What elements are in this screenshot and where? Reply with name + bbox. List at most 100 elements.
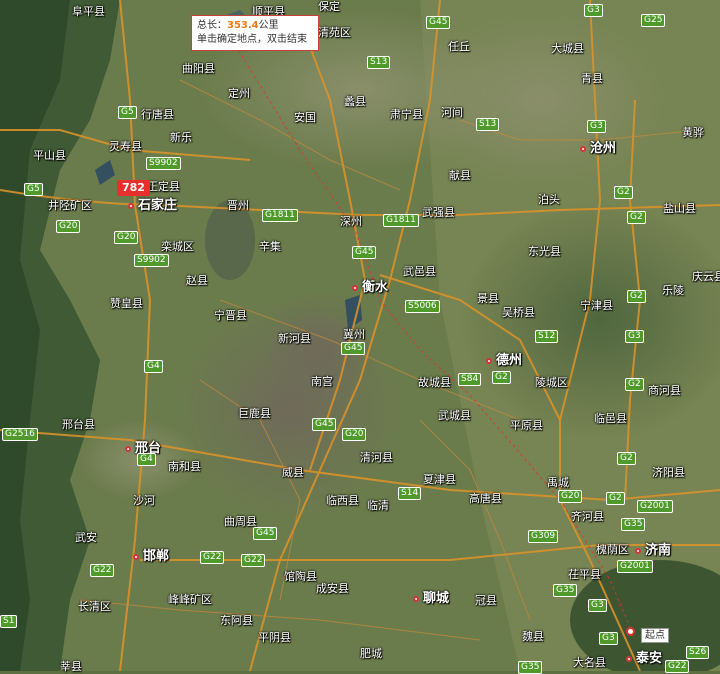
highway-shield: G2 (492, 371, 511, 384)
city-marker (635, 548, 641, 554)
highway-shield: G2 (627, 211, 646, 224)
city-label: 泊头 (538, 193, 560, 206)
city-label: 南和县 (168, 460, 201, 473)
city-label: 魏县 (522, 630, 544, 643)
city-marker (413, 596, 419, 602)
highway-shield: S26 (686, 646, 710, 659)
city-label: 平山县 (33, 149, 66, 162)
city-label: 青县 (581, 72, 603, 85)
city-label: 宁津县 (580, 299, 613, 312)
city-label: 清河县 (360, 451, 393, 464)
city-label: 衡水 (362, 280, 389, 295)
total-label: 总长： (197, 20, 227, 31)
city-label: 南宫 (311, 375, 333, 388)
city-label: 献县 (449, 169, 471, 182)
highway-shield: G35 (621, 518, 646, 531)
city-label: 清苑区 (318, 26, 351, 39)
city-label: 聊城 (423, 591, 450, 606)
highway-shield: G2 (627, 290, 646, 303)
city-label: 肥城 (360, 647, 382, 660)
city-label: 威县 (282, 466, 304, 479)
city-label: 石家庄 (138, 198, 178, 213)
highway-shield: G3 (588, 599, 607, 612)
city-marker (486, 358, 492, 364)
city-marker (125, 446, 131, 452)
city-label: 保定 (318, 0, 340, 13)
city-label: 平阴县 (258, 631, 291, 644)
city-label: 吴桥县 (502, 306, 535, 319)
highway-shield: G2001 (617, 560, 653, 573)
city-label: 蠡县 (344, 95, 366, 108)
city-label: 安国 (294, 111, 316, 124)
city-label: 沧州 (590, 141, 617, 156)
highway-shield: G5 (118, 106, 137, 119)
highway-shield: G45 (341, 342, 366, 355)
city-label: 成安县 (316, 582, 349, 595)
city-label: 平原县 (510, 419, 543, 432)
city-label: 临邑县 (594, 412, 627, 425)
city-label: 阜平县 (72, 5, 105, 18)
city-label: 武邑县 (403, 265, 436, 278)
city-label: 深州 (340, 215, 362, 228)
highway-shield: G309 (528, 530, 559, 543)
city-label: 济南 (645, 543, 672, 558)
city-label: 井陉矿区 (48, 199, 92, 212)
highway-shield: G20 (558, 490, 583, 503)
city-label: 莘县 (60, 660, 82, 673)
city-marker (626, 656, 632, 662)
city-label: 东阿县 (220, 614, 253, 627)
city-label: 巨鹿县 (238, 407, 271, 420)
city-label: 曲周县 (224, 515, 257, 528)
highway-shield: S13 (367, 56, 391, 69)
city-label: 武城县 (438, 409, 471, 422)
city-label: 陵城区 (535, 376, 568, 389)
highway-shield: G45 (352, 246, 377, 259)
highway-shield: G5 (24, 183, 43, 196)
tooltip-hint: 单击确定地点，双击结束 (197, 34, 307, 45)
city-label: 冀州 (343, 328, 365, 341)
city-label: 商河县 (648, 384, 681, 397)
start-point-label: 起点 (641, 628, 669, 643)
city-label: 肃宁县 (390, 108, 423, 121)
highway-shield: G3 (587, 120, 606, 133)
city-label: 宁晋县 (214, 309, 247, 322)
highway-shield: G20 (56, 220, 81, 233)
city-marker (128, 203, 134, 209)
city-label: 夏津县 (423, 473, 456, 486)
city-label: 任丘 (448, 40, 470, 53)
city-label: 晋州 (227, 199, 249, 212)
city-label: 武安 (75, 531, 97, 544)
city-label: 定州 (228, 87, 250, 100)
highway-shield: G35 (553, 584, 578, 597)
highway-shield: G45 (312, 418, 337, 431)
city-label: 辛集 (259, 240, 281, 253)
highway-shield: G22 (241, 554, 266, 567)
city-label: 新乐 (170, 131, 192, 144)
highway-shield: G2 (614, 186, 633, 199)
city-label: 茌平县 (568, 568, 601, 581)
highway-shield: S84 (458, 373, 482, 386)
highway-shield: S14 (398, 487, 422, 500)
city-label: 乐陵 (662, 284, 684, 297)
highway-shield: G4 (137, 453, 156, 466)
city-label: 曲阳县 (182, 62, 215, 75)
highway-shield: G45 (253, 527, 278, 540)
city-label: 长清区 (78, 600, 111, 613)
city-label: 赵县 (186, 274, 208, 287)
highway-shield: G35 (518, 661, 543, 674)
start-point-marker[interactable] (626, 627, 635, 636)
city-label: 庆云县 (692, 270, 720, 283)
city-label: 禹城 (547, 476, 569, 489)
highway-shield: G20 (342, 428, 367, 441)
highway-shield: S9902 (134, 254, 169, 267)
city-label: 景县 (477, 292, 499, 305)
city-label: 赞皇县 (110, 297, 143, 310)
highway-shield: G3 (625, 330, 644, 343)
highway-shield: S1 (0, 615, 18, 628)
city-label: 正定县 (147, 180, 180, 193)
city-label: 河间 (441, 106, 463, 119)
distance-badge[interactable]: 782 (117, 180, 150, 196)
city-label: 灵寿县 (109, 140, 142, 153)
city-label: 行唐县 (141, 108, 174, 121)
city-label: 大城县 (551, 42, 584, 55)
